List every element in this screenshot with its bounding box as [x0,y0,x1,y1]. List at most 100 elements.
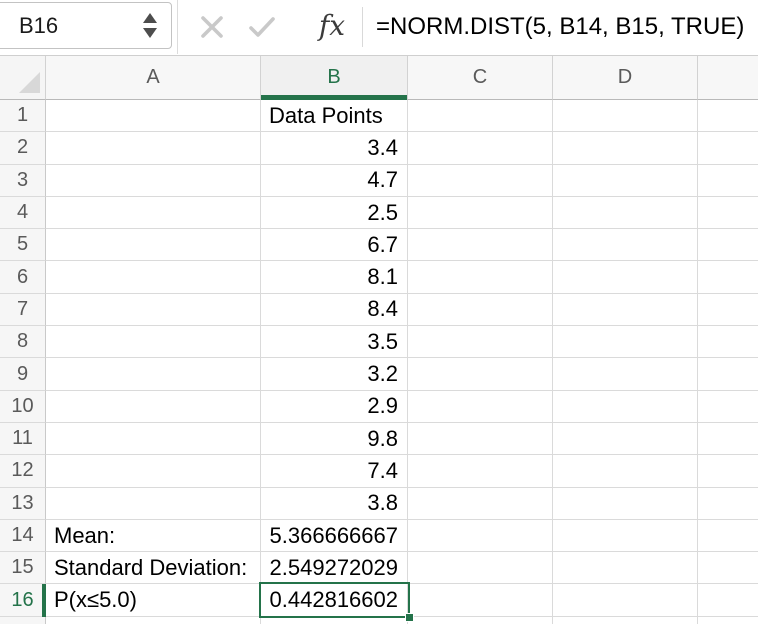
cell-E14[interactable] [698,520,758,552]
row-header-7[interactable]: 7 [0,294,46,326]
cell-D17[interactable] [553,617,698,624]
row-header-2[interactable]: 2 [0,132,46,164]
row-header-13[interactable]: 13 [0,488,46,520]
cell-E8[interactable] [698,326,758,358]
cell-E6[interactable] [698,261,758,293]
cell-D15[interactable] [553,552,698,584]
cell-E9[interactable] [698,358,758,390]
column-header-partial[interactable] [698,56,758,100]
cell-A2[interactable] [46,132,261,164]
row-header-10[interactable]: 10 [0,391,46,423]
cell-B7[interactable]: 8.4 [261,294,408,326]
cell-D4[interactable] [553,197,698,229]
row-header-4[interactable]: 4 [0,197,46,229]
cell-D12[interactable] [553,455,698,487]
cell-D2[interactable] [553,132,698,164]
cell-E4[interactable] [698,197,758,229]
cell-C8[interactable] [408,326,553,358]
cell-B12[interactable]: 7.4 [261,455,408,487]
row-header-12[interactable]: 12 [0,455,46,487]
cell-B10[interactable]: 2.9 [261,391,408,423]
cell-D1[interactable] [553,100,698,132]
cell-A13[interactable] [46,488,261,520]
cell-A4[interactable] [46,197,261,229]
row-header-11[interactable]: 11 [0,423,46,455]
cell-E12[interactable] [698,455,758,487]
cell-C12[interactable] [408,455,553,487]
cell-C17[interactable] [408,617,553,624]
cell-D9[interactable] [553,358,698,390]
cell-D8[interactable] [553,326,698,358]
name-box-stepper[interactable] [143,3,157,48]
cell-D13[interactable] [553,488,698,520]
column-header-B[interactable]: B [261,56,408,100]
row-header-5[interactable]: 5 [0,229,46,261]
cell-C10[interactable] [408,391,553,423]
cell-C9[interactable] [408,358,553,390]
select-all-corner[interactable] [0,56,46,100]
cell-B13[interactable]: 3.8 [261,488,408,520]
cancel-icon[interactable] [196,0,228,54]
cell-B17[interactable] [261,617,408,624]
cell-E7[interactable] [698,294,758,326]
cell-B11[interactable]: 9.8 [261,423,408,455]
cell-E16[interactable] [698,584,758,616]
stepper-up-icon[interactable] [143,13,157,23]
row-header-9[interactable]: 9 [0,358,46,390]
row-header-15[interactable]: 15 [0,552,46,584]
cell-B8[interactable]: 3.5 [261,326,408,358]
cell-E10[interactable] [698,391,758,423]
cell-C11[interactable] [408,423,553,455]
cell-D7[interactable] [553,294,698,326]
cell-D3[interactable] [553,165,698,197]
row-header-8[interactable]: 8 [0,326,46,358]
fill-handle[interactable] [405,613,414,622]
cell-A14[interactable]: Mean: [46,520,261,552]
cell-C4[interactable] [408,197,553,229]
cell-A16[interactable]: P(x≤5.0) [46,584,261,616]
cell-E11[interactable] [698,423,758,455]
cell-D14[interactable] [553,520,698,552]
cell-A7[interactable] [46,294,261,326]
formula-input[interactable]: =NORM.DIST(5, B14, B15, TRUE) [376,0,758,54]
insert-function-icon[interactable]: fx [310,0,354,54]
cell-B2[interactable]: 3.4 [261,132,408,164]
cell-C15[interactable] [408,552,553,584]
cell-B5[interactable]: 6.7 [261,229,408,261]
column-header-A[interactable]: A [46,56,261,100]
cell-C13[interactable] [408,488,553,520]
cell-A6[interactable] [46,261,261,293]
cell-E17[interactable] [698,617,758,624]
cell-A15[interactable]: Standard Deviation: [46,552,261,584]
cell-A3[interactable] [46,165,261,197]
cell-D11[interactable] [553,423,698,455]
cell-B6[interactable]: 8.1 [261,261,408,293]
cell-D5[interactable] [553,229,698,261]
cell-A9[interactable] [46,358,261,390]
cell-B14[interactable]: 5.366666667 [261,520,408,552]
cell-A17[interactable] [46,617,261,624]
cell-E2[interactable] [698,132,758,164]
cell-A10[interactable] [46,391,261,423]
confirm-check-icon[interactable] [244,0,280,54]
cell-C7[interactable] [408,294,553,326]
cell-B3[interactable]: 4.7 [261,165,408,197]
cell-E15[interactable] [698,552,758,584]
cell-A1[interactable] [46,100,261,132]
cell-A11[interactable] [46,423,261,455]
cell-C3[interactable] [408,165,553,197]
cell-C14[interactable] [408,520,553,552]
cell-A12[interactable] [46,455,261,487]
cell-C5[interactable] [408,229,553,261]
row-header-17[interactable]: 17 [0,617,46,624]
cell-B1[interactable]: Data Points [261,100,408,132]
cell-C16[interactable] [408,584,553,616]
cell-E3[interactable] [698,165,758,197]
stepper-down-icon[interactable] [143,28,157,38]
row-header-14[interactable]: 14 [0,520,46,552]
cell-C1[interactable] [408,100,553,132]
cell-A5[interactable] [46,229,261,261]
cell-D16[interactable] [553,584,698,616]
cell-B16[interactable]: 0.442816602 [261,584,408,616]
cell-A8[interactable] [46,326,261,358]
